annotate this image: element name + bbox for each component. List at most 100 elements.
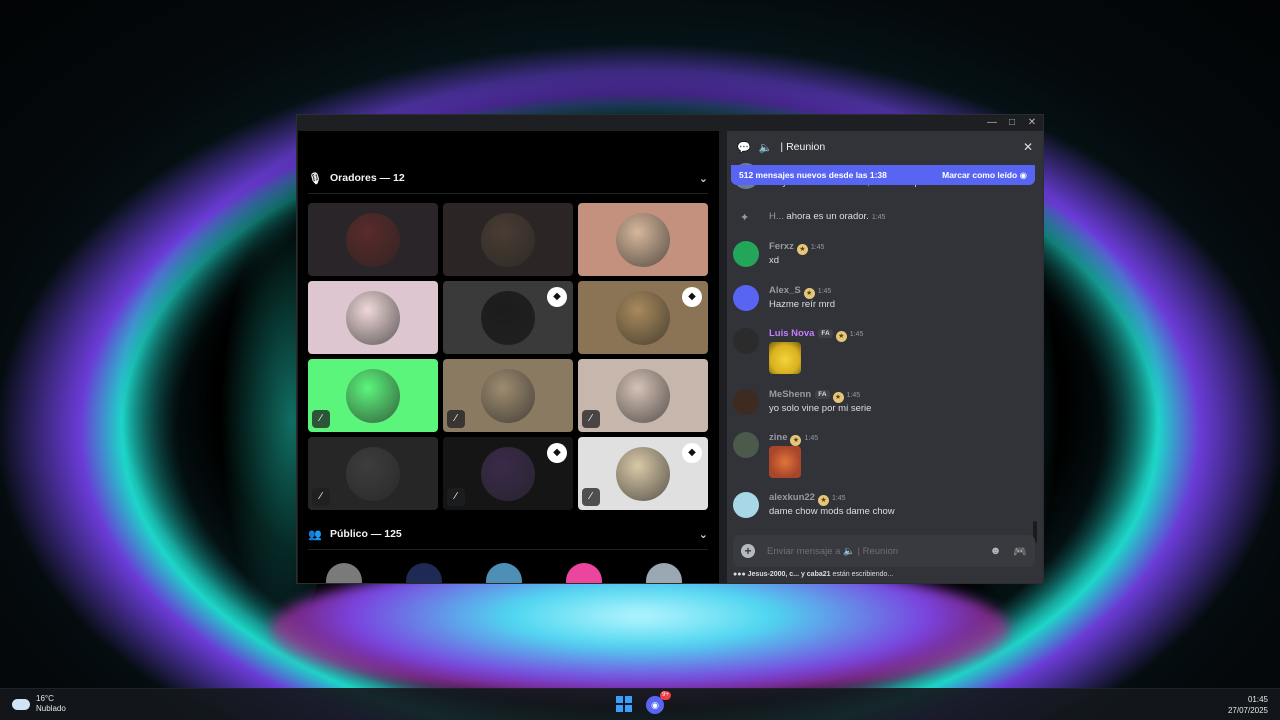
mark-as-read-button[interactable]: Marcar como leído ◉: [942, 170, 1027, 181]
chat-header: 💬 🔈 | Reunion ✕: [727, 131, 1043, 163]
username[interactable]: Luis Nova FA ★ 1:45: [769, 328, 863, 342]
channel-name: | Reunion: [780, 141, 826, 153]
maximize-icon[interactable]: □: [1005, 116, 1019, 130]
badge-icon: ★: [817, 495, 829, 506]
user-avatar[interactable]: [733, 285, 759, 311]
message-text: Hazme reír mrd: [769, 299, 835, 310]
muted-microphone-icon: ∕: [582, 410, 600, 428]
close-chat-icon[interactable]: ✕: [1023, 140, 1033, 154]
muted-microphone-icon: ∕: [582, 488, 600, 506]
speaker-tile[interactable]: ◆ ∕: [443, 437, 573, 510]
chat-bubble-icon: 💬: [737, 141, 751, 154]
user-avatar[interactable]: [733, 328, 759, 354]
discord-window: — □ ✕ 🎙 Oradores — 12 ⌄ ◆ ◆ ∕ ∕ ∕ ∕ ◆ ∕ ◆ ∕ 👥 Púb…: [296, 114, 1044, 584]
speaker-tile[interactable]: [308, 281, 438, 354]
muted-microphone-icon: ∕: [312, 410, 330, 428]
microphone-icon: 🎙: [308, 172, 322, 185]
speaker-tile[interactable]: ◆: [443, 281, 573, 354]
section-divider: [308, 193, 708, 194]
audience-avatar[interactable]: [486, 563, 522, 583]
username[interactable]: zine ★ 1:45: [769, 432, 818, 446]
audience-section-header[interactable]: 👥 Público — 125 ⌄: [308, 521, 708, 547]
badge-icon: ★: [835, 331, 847, 342]
speaker-avatar: [346, 212, 400, 267]
speaker-avatar: [346, 290, 400, 345]
user-avatar[interactable]: [733, 432, 759, 458]
audience-avatar[interactable]: [646, 563, 682, 583]
moderator-shield-icon: ◆: [547, 287, 567, 307]
message-text: xd: [769, 255, 780, 266]
speaker-tile[interactable]: ∕: [578, 359, 708, 432]
sticker-image[interactable]: [769, 446, 801, 478]
speakers-section-header[interactable]: 🎙 Oradores — 12 ⌄: [308, 165, 708, 191]
temperature: 16°C: [36, 694, 54, 703]
speaker-avatar: [481, 212, 535, 267]
speaker-tile[interactable]: [578, 203, 708, 276]
system-message-text: H... ahora es un orador. 1:45: [769, 211, 886, 222]
system-clock[interactable]: 01:45 27/07/2025: [1228, 694, 1268, 716]
sticker-image[interactable]: [769, 342, 801, 374]
speaker-avatar: [616, 368, 670, 423]
speaker-tile[interactable]: [443, 203, 573, 276]
discord-taskbar-icon[interactable]: ◉ 9+: [646, 691, 671, 714]
badge-icon: ★: [832, 392, 844, 403]
weather-widget[interactable]: 16°C Nublado: [12, 694, 66, 714]
speaker-tile[interactable]: ∕: [308, 437, 438, 510]
speaker-avatar: [346, 368, 400, 423]
gamepad-icon[interactable]: 🎮: [1013, 545, 1027, 558]
speaker-tile[interactable]: [308, 203, 438, 276]
new-messages-banner[interactable]: 512 mensajes nuevos desde las 1:38 Marca…: [731, 165, 1035, 185]
weather-condition: Nublado: [36, 704, 66, 713]
audience-header-label: Público — 125: [330, 528, 402, 540]
badge-icon: ★: [790, 435, 802, 446]
audience-avatar[interactable]: [326, 563, 362, 583]
audience-avatar[interactable]: [406, 563, 442, 583]
chevron-down-icon[interactable]: ⌄: [699, 172, 708, 185]
speaker-tile[interactable]: ◆: [578, 281, 708, 354]
message-composer[interactable]: + Enviar mensaje a 🔈 | Reunion ☻ 🎮: [733, 535, 1035, 567]
cloud-icon: [12, 698, 30, 710]
username[interactable]: MeShenn FA ★ 1:45: [769, 389, 860, 403]
speaker-avatar: [616, 446, 670, 501]
user-avatar[interactable]: [733, 389, 759, 415]
speaker-avatar: [346, 446, 400, 501]
timestamp: 1:45: [817, 288, 832, 295]
stage-speaker-icon: ✦: [740, 212, 750, 224]
username[interactable]: Alex_S ★ 1:45: [769, 285, 831, 299]
typing-indicator: ●●● Jesus-2000, c... y caba21 están escr…: [733, 571, 894, 578]
title-bar: — □ ✕: [297, 115, 1043, 131]
speaker-avatar: [481, 446, 535, 501]
emoji-icon[interactable]: ☻: [990, 545, 1002, 558]
message-text: dame chow mods dame chow: [769, 506, 895, 517]
muted-microphone-icon: ∕: [447, 410, 465, 428]
typing-dots-icon: ●●●: [733, 571, 746, 578]
speaker-tile[interactable]: ◆ ∕: [578, 437, 708, 510]
taskbar: 16°C Nublado ◉ 9+ 01:45 27/07/2025: [0, 688, 1280, 720]
timestamp: 1:45: [849, 331, 864, 338]
speakers-grid: ◆ ◆ ∕ ∕ ∕ ∕ ◆ ∕ ◆ ∕: [308, 203, 710, 510]
username[interactable]: alexkun22 ★ 1:45: [769, 492, 846, 506]
stage-panel: 🎙 Oradores — 12 ⌄ ◆ ◆ ∕ ∕ ∕ ∕ ◆ ∕ ◆ ∕ 👥 Público —…: [298, 131, 719, 583]
speaker-tile[interactable]: ∕: [443, 359, 573, 432]
user-avatar[interactable]: [733, 241, 759, 267]
muted-microphone-icon: ∕: [447, 488, 465, 506]
clock-date: 27/07/2025: [1227, 706, 1268, 715]
close-window-icon[interactable]: ✕: [1025, 116, 1039, 130]
add-attachment-icon[interactable]: +: [741, 544, 755, 558]
audience-row: [308, 563, 708, 583]
timestamp: 1:45: [831, 495, 846, 502]
user-avatar[interactable]: [733, 492, 759, 518]
speaker-tile[interactable]: ∕: [308, 359, 438, 432]
chevron-down-icon[interactable]: ⌄: [699, 528, 708, 541]
windows-start-icon[interactable]: [616, 696, 632, 712]
clock-time: 01:45: [1247, 695, 1268, 704]
minimize-icon[interactable]: —: [985, 116, 999, 130]
moderator-shield-icon: ◆: [682, 287, 702, 307]
muted-microphone-icon: ∕: [312, 488, 330, 506]
badge-icon: ★: [803, 288, 815, 299]
chat-panel: 💬 🔈 | Reunion ✕ 512 mensajes nuevos desd…: [727, 131, 1043, 583]
audience-avatar[interactable]: [566, 563, 602, 583]
timestamp: 1:45: [804, 435, 819, 442]
username[interactable]: Ferxz ★ 1:45: [769, 241, 824, 255]
badge-icon: ★: [796, 244, 808, 255]
